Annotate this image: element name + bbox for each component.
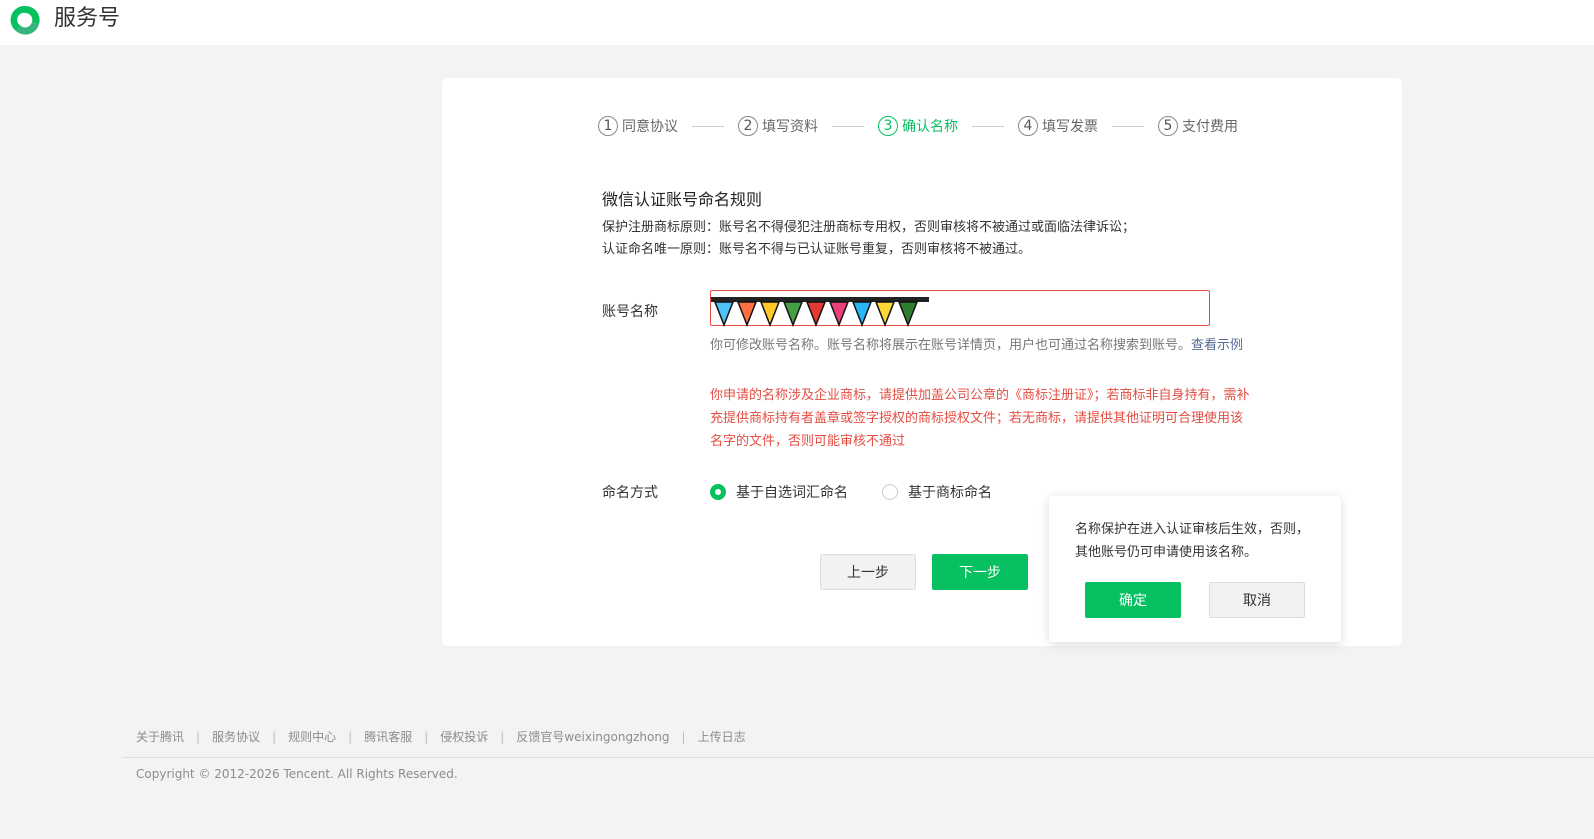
step-label: 填写发票: [1042, 119, 1098, 135]
footer-separator: |: [196, 729, 201, 744]
radio-custom-words[interactable]: 基于自选词汇命名: [710, 482, 848, 502]
footer-separator: |: [500, 729, 505, 744]
radio-label: 基于商标命名: [908, 485, 992, 501]
naming-rules-title: 微信认证账号命名规则: [602, 190, 763, 209]
radio-label: 基于自选词汇命名: [736, 485, 848, 501]
footer-separator: |: [272, 729, 277, 744]
footer-link[interactable]: 腾讯客服: [364, 728, 412, 745]
step-progress: 1 同意协议 2 填写资料 3 确认名称 4 填写发票 5 支付费用: [598, 114, 1238, 138]
step-number: 5: [1158, 116, 1178, 136]
step-number: 3: [878, 116, 898, 136]
step-label: 同意协议: [622, 119, 678, 135]
radio-unchecked-icon[interactable]: [882, 484, 898, 500]
footer-link[interactable]: 反馈官号weixingongzhong: [516, 728, 669, 745]
step-label: 支付费用: [1182, 119, 1238, 135]
hint-text: 你可修改账号名称。账号名称将展示在账号详情页，用户也可通过名称搜索到账号。: [710, 338, 1192, 353]
bunting-flags: [713, 301, 919, 328]
top-bar: 服务号: [0, 0, 1594, 45]
footer-separator: |: [424, 729, 429, 744]
account-name-input[interactable]: [710, 290, 1210, 328]
copyright: Copyright © 2012-2026 Tencent. All Right…: [136, 767, 458, 781]
popover-message: 名称保护在进入认证审核后生效，否则，其他账号仍可申请使用该名称。: [1075, 522, 1310, 560]
footer-link[interactable]: 服务协议: [212, 728, 260, 745]
next-step-button[interactable]: 下一步: [932, 554, 1028, 590]
confirm-button[interactable]: 确定: [1085, 582, 1181, 618]
step-4: 4 填写发票: [1018, 116, 1098, 136]
footer-separator: |: [348, 729, 353, 744]
step-number: 1: [598, 116, 618, 136]
footer-link[interactable]: 规则中心: [288, 728, 336, 745]
brand-title: 服务号: [54, 6, 121, 31]
naming-method-label: 命名方式: [602, 485, 658, 501]
account-name-label: 账号名称: [602, 304, 658, 320]
flag-bunting-icon: [711, 297, 929, 328]
step-connector: [832, 125, 864, 127]
step-connector: [1112, 125, 1144, 127]
rule-unique: 认证命名唯一原则：账号名不得与已认证账号重复，否则审核将不被通过。: [602, 242, 1032, 257]
step-label: 填写资料: [762, 119, 818, 135]
footer-separator: |: [681, 729, 686, 744]
prev-step-button[interactable]: 上一步: [820, 554, 916, 590]
step-number: 4: [1018, 116, 1038, 136]
step-number: 2: [738, 116, 758, 136]
step-connector: [692, 125, 724, 127]
step-5: 5 支付费用: [1158, 116, 1238, 136]
footer-link[interactable]: 上传日志: [698, 728, 746, 745]
step-2: 2 填写资料: [738, 116, 818, 136]
rule-trademark: 保护注册商标原则：账号名不得侵犯注册商标专用权，否则审核将不被通过或面临法律诉讼…: [602, 220, 1136, 235]
trademark-warning: 你申请的名称涉及企业商标，请提供加盖公司公章的《商标注册证》；若商标非自身持有，…: [710, 388, 1250, 449]
cancel-button[interactable]: 取消: [1209, 582, 1305, 618]
footer-links: 关于腾讯 | 服务协议 | 规则中心 | 腾讯客服 | 侵权投诉 | 反馈官号w…: [136, 728, 746, 745]
name-protection-popover: 名称保护在进入认证审核后生效，否则，其他账号仍可申请使用该名称。 确定 取消: [1049, 496, 1341, 642]
step-1: 1 同意协议: [598, 116, 678, 136]
radio-trademark[interactable]: 基于商标命名: [882, 482, 992, 502]
radio-checked-icon[interactable]: [710, 484, 726, 500]
wechat-service-logo-icon[interactable]: [8, 2, 44, 38]
footer-link[interactable]: 侵权投诉: [440, 728, 488, 745]
step-3-active: 3 确认名称: [878, 116, 958, 136]
step-label: 确认名称: [902, 119, 958, 135]
view-example-link[interactable]: 查看示例: [1191, 338, 1243, 353]
account-name-hint: 你可修改账号名称。账号名称将展示在账号详情页，用户也可通过名称搜索到账号。查看示…: [710, 334, 1250, 357]
footer-divider: [122, 757, 1594, 758]
step-connector: [972, 125, 1004, 127]
footer-link[interactable]: 关于腾讯: [136, 728, 184, 745]
